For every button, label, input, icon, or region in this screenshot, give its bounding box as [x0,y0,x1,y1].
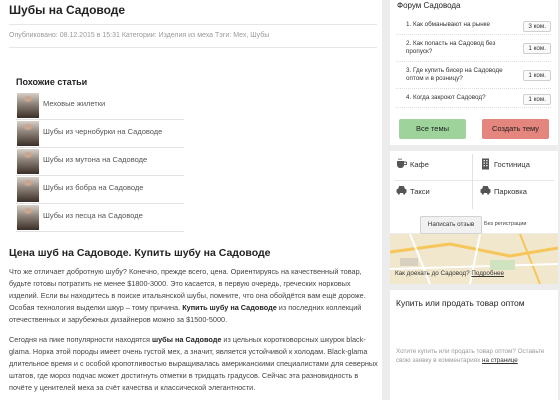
service-label[interactable]: Парковка [494,187,527,196]
related-item[interactable]: Меховые жилетки [16,92,184,120]
page-link[interactable]: на странице [482,357,518,364]
directions-text: Как доехать до Садовод? Подробнее [395,270,504,277]
wholesale-title: Купить или продать товар оптом [396,298,525,308]
related-item[interactable]: Шубы из мутона на Садоводе [16,148,184,176]
related-item-label[interactable]: Шубы из бобра на Садоводе [43,183,143,192]
related-thumbnail[interactable] [17,121,39,146]
services-widget: Кафе Гостиница Такси Парковка Написать о… [390,151,558,234]
forum-topic[interactable]: 2. Как попасть на Садовод без пропуск? 1… [396,37,551,62]
forum-topic[interactable]: 3. Где купить бисер на Садоводе оптом и … [396,64,551,89]
directions-question: Как доехать до Садовод? [395,270,472,277]
related-thumbnail[interactable] [17,177,39,202]
category-link[interactable]: Изделия из меха [159,32,214,39]
related-title: Похожие статьи [16,77,88,87]
related-list: Меховые жилетки Шубы из чернобурки на Са… [16,92,184,232]
related-item-label[interactable]: Шубы из мутона на Садоводе [43,155,147,164]
forum-topic-title[interactable]: 1. Как обманывают на рынке [406,21,510,29]
write-review-button[interactable]: Написать отзыв [420,216,482,234]
forum-widget: Форум Садовода 1. Как обманывают на рынк… [390,0,558,145]
paragraph-price: Что же отличает добротную шубу? Конечно,… [9,266,379,326]
bold-phrase: Купить шубу на Садоводе [182,303,277,312]
service-label[interactable]: Гостиница [494,160,530,169]
comment-count-badge: 1 ком. [523,43,551,54]
forum-topic-title[interactable]: 4. Когда закроют Садовод? [406,94,510,102]
forum-list: 1. Как обманывают на рынке 3 ком. 2. Как… [396,18,551,110]
forum-topic-title[interactable]: 3. Где купить бисер на Садоводе оптом и … [406,67,510,83]
divider [472,154,473,209]
paragraph-text: Сегодня на пике популярности находятся [9,335,153,344]
forum-topic-title[interactable]: 2. Как попасть на Садовод без пропуск? [406,40,510,56]
related-item[interactable]: Шубы из чернобурки на Садоводе [16,120,184,148]
wholesale-text: Хотите купить или продать товар оптом? О… [396,347,546,365]
meta-tags-label: Тэги: [213,32,234,39]
coffee-cup-icon [397,158,407,168]
wholesale-description: Хотите купить или продать товар оптом? О… [396,348,545,364]
related-item[interactable]: Шубы из песца на Садоводе [16,204,184,232]
meta-date: Опубликовано: 08.12.2015 в 15:31 Категор… [9,32,159,39]
service-label[interactable]: Такси [410,187,430,196]
related-item[interactable]: Шубы из бобра на Садоводе [16,176,184,204]
more-link[interactable]: Подробнее [471,270,504,277]
related-thumbnail[interactable] [17,149,39,174]
related-thumbnail[interactable] [17,93,39,118]
tag-link-coats[interactable]: Шубы [250,32,269,39]
article-area: Шубы на Садоводе Опубликовано: 08.12.201… [0,0,382,400]
service-label[interactable]: Кафе [410,160,429,169]
section-heading: Цена шуб на Садоводе. Купить шубу на Сад… [9,247,271,259]
tag-link-fur[interactable]: Мех [233,32,246,39]
forum-topic[interactable]: 1. Как обманывают на рынке 3 ком. [396,18,551,35]
related-thumbnail[interactable] [17,205,39,230]
forum-title: Форум Садовода [397,1,461,10]
related-item-label[interactable]: Шубы из чернобурки на Садоводе [43,127,162,136]
post-meta: Опубликовано: 08.12.2015 в 15:31 Категор… [9,24,377,48]
page-title: Шубы на Садоводе [9,3,126,17]
car-icon [480,186,491,195]
bold-phrase: шубы на Садоводе [152,335,222,344]
car-icon [396,186,407,195]
related-item-label[interactable]: Шубы из песца на Садоводе [43,211,143,220]
comment-count-badge: 1 ком. [523,70,551,81]
comment-count-badge: 1 ком. [523,94,551,105]
no-registration-note: Без регистрации [484,221,527,227]
comment-count-badge: 3 ком. [523,21,551,32]
related-item-label[interactable]: Меховые жилетки [43,99,105,108]
divider [394,180,554,181]
all-topics-button[interactable]: Все темы [399,119,466,139]
forum-topic[interactable]: 4. Когда закроют Садовод? 1 ком. [396,91,551,108]
paragraph-popular: Сегодня на пике популярности находятся ш… [9,334,379,394]
building-icon [482,158,489,170]
create-topic-button[interactable]: Создать тему [482,119,549,139]
